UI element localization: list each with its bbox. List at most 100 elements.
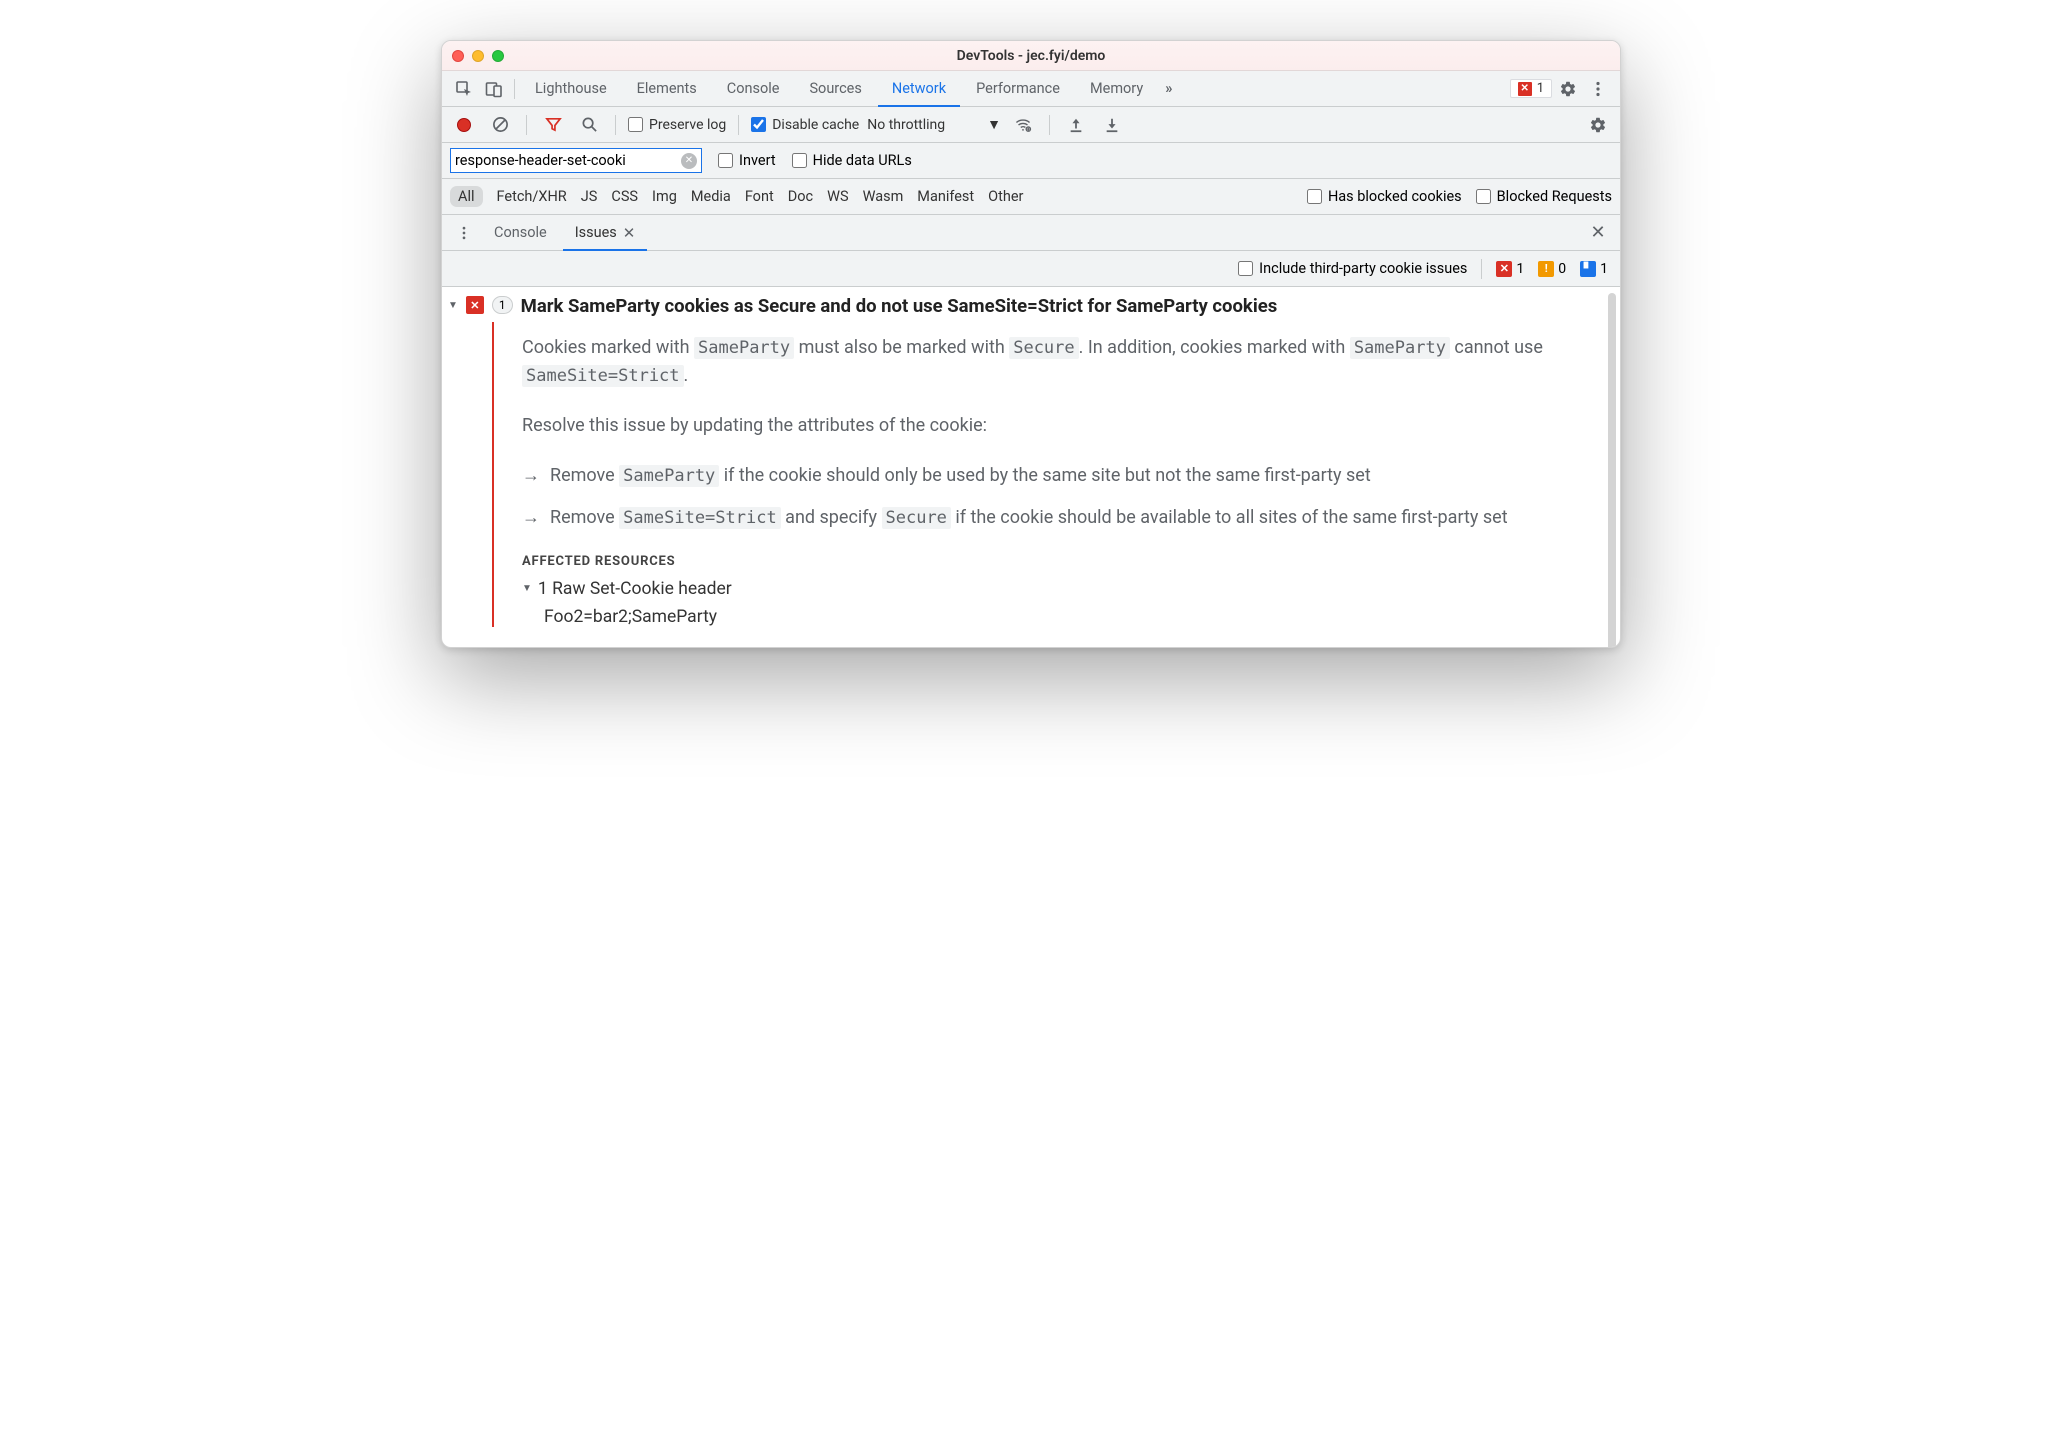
cat-media[interactable]: Media bbox=[691, 188, 731, 205]
drawer-subbar: Include third-party cookie issues ✕1 !0 … bbox=[442, 251, 1620, 287]
drawer-tab-issues[interactable]: Issues ✕ bbox=[563, 215, 648, 251]
cat-font[interactable]: Font bbox=[745, 188, 774, 205]
issue-error-icon: ✕ bbox=[466, 296, 484, 314]
tab-memory[interactable]: Memory bbox=[1076, 71, 1157, 107]
invert-input[interactable] bbox=[718, 153, 733, 168]
hide-data-urls-checkbox[interactable]: Hide data URLs bbox=[792, 152, 912, 169]
filter-input[interactable] bbox=[455, 152, 681, 169]
device-toolbar-icon[interactable] bbox=[480, 75, 508, 103]
separator bbox=[738, 115, 739, 135]
scrollbar[interactable] bbox=[1608, 293, 1616, 648]
drawer-close-icon[interactable]: ✕ bbox=[1584, 219, 1612, 247]
devtools-window: DevTools - jec.fyi/demo Lighthouse Eleme… bbox=[441, 40, 1621, 648]
network-settings-icon[interactable] bbox=[1584, 111, 1612, 139]
close-icon[interactable]: ✕ bbox=[623, 224, 636, 242]
filter-row: ✕ Invert Hide data URLs bbox=[442, 143, 1620, 179]
include-third-party-label: Include third-party cookie issues bbox=[1259, 260, 1467, 277]
code-secure: Secure bbox=[1009, 337, 1078, 359]
hide-data-urls-label: Hide data URLs bbox=[813, 152, 912, 169]
code-samesite: SameSite=Strict bbox=[522, 365, 684, 387]
warnings-count: 0 bbox=[1558, 261, 1566, 277]
network-conditions-icon[interactable] bbox=[1009, 111, 1037, 139]
tab-console[interactable]: Console bbox=[713, 71, 794, 107]
filter-icon[interactable] bbox=[539, 111, 567, 139]
arrow-icon: → bbox=[522, 462, 540, 490]
blocked-requests-checkbox[interactable]: Blocked Requests bbox=[1476, 188, 1612, 205]
drawer-tab-console[interactable]: Console bbox=[482, 215, 559, 251]
more-menu-icon[interactable] bbox=[1584, 75, 1612, 103]
error-icon: ✕ bbox=[1518, 82, 1532, 96]
settings-icon[interactable] bbox=[1554, 75, 1582, 103]
include-third-party-checkbox[interactable]: Include third-party cookie issues bbox=[1238, 260, 1467, 277]
tab-sources[interactable]: Sources bbox=[795, 71, 875, 107]
blocked-requests-input[interactable] bbox=[1476, 189, 1491, 204]
has-blocked-cookies-input[interactable] bbox=[1307, 189, 1322, 204]
cat-fetchxhr[interactable]: Fetch/XHR bbox=[497, 188, 567, 205]
tab-network[interactable]: Network bbox=[878, 71, 960, 107]
cat-img[interactable]: Img bbox=[652, 188, 677, 205]
cat-manifest[interactable]: Manifest bbox=[917, 188, 974, 205]
clear-button[interactable] bbox=[486, 111, 514, 139]
issue-content: Cookies marked with SameParty must also … bbox=[492, 322, 1610, 626]
cat-css[interactable]: CSS bbox=[611, 188, 638, 205]
code-sameparty: SameParty bbox=[694, 337, 794, 359]
issue-bullets: → Remove SameParty if the cookie should … bbox=[522, 462, 1600, 532]
search-icon[interactable] bbox=[575, 111, 603, 139]
download-har-icon[interactable] bbox=[1098, 111, 1126, 139]
tab-elements[interactable]: Elements bbox=[623, 71, 711, 107]
preserve-log-checkbox[interactable]: Preserve log bbox=[628, 117, 726, 133]
cat-wasm[interactable]: Wasm bbox=[863, 188, 904, 205]
has-blocked-cookies-checkbox[interactable]: Has blocked cookies bbox=[1307, 188, 1462, 205]
tab-lighthouse[interactable]: Lighthouse bbox=[521, 71, 621, 107]
tab-performance[interactable]: Performance bbox=[962, 71, 1074, 107]
error-count-badge[interactable]: ✕ 1 bbox=[1510, 79, 1552, 98]
record-icon bbox=[457, 118, 471, 132]
cat-ws[interactable]: WS bbox=[827, 188, 848, 205]
info-pill[interactable]: ▘1 bbox=[1580, 261, 1608, 277]
throttling-dropdown[interactable]: No throttling ▼ bbox=[867, 116, 1001, 133]
separator bbox=[514, 79, 515, 99]
issue-header-row[interactable]: ▼ ✕ 1 Mark SameParty cookies as Secure a… bbox=[448, 295, 1610, 318]
blocked-requests-label: Blocked Requests bbox=[1497, 188, 1612, 205]
tabs-overflow-button[interactable]: » bbox=[1159, 71, 1178, 107]
window-title: DevTools - jec.fyi/demo bbox=[442, 48, 1620, 64]
throttling-value: No throttling bbox=[867, 117, 945, 133]
invert-label: Invert bbox=[739, 152, 776, 169]
warnings-pill[interactable]: !0 bbox=[1538, 261, 1566, 277]
affected-resources-heading: AFFECTED RESOURCES bbox=[522, 554, 1600, 569]
issue-paragraph-1: Cookies marked with SameParty must also … bbox=[522, 334, 1600, 390]
disable-cache-checkbox[interactable]: Disable cache bbox=[751, 117, 859, 133]
separator bbox=[615, 115, 616, 135]
cat-all[interactable]: All bbox=[450, 186, 483, 207]
cat-js[interactable]: JS bbox=[581, 188, 598, 205]
expand-triangle-icon[interactable]: ▼ bbox=[448, 300, 458, 311]
upload-har-icon[interactable] bbox=[1062, 111, 1090, 139]
title-bar: DevTools - jec.fyi/demo bbox=[442, 41, 1620, 71]
code-sameparty3: SameParty bbox=[619, 465, 719, 487]
code-sameparty2: SameParty bbox=[1350, 337, 1450, 359]
info-icon: ▘ bbox=[1580, 261, 1596, 277]
chevron-down-icon: ▼ bbox=[987, 116, 1001, 133]
filter-categories: All Fetch/XHR JS CSS Img Media Font Doc … bbox=[442, 179, 1620, 215]
cookie-value: Foo2=bar2;SameParty bbox=[544, 607, 1600, 627]
expand-triangle-icon[interactable]: ▼ bbox=[522, 583, 532, 594]
invert-checkbox[interactable]: Invert bbox=[718, 152, 776, 169]
cat-doc[interactable]: Doc bbox=[788, 188, 813, 205]
filter-input-wrap[interactable]: ✕ bbox=[450, 148, 702, 173]
disable-cache-input[interactable] bbox=[751, 117, 766, 132]
errors-pill[interactable]: ✕1 bbox=[1496, 261, 1524, 277]
cat-other[interactable]: Other bbox=[988, 188, 1023, 205]
hide-data-urls-input[interactable] bbox=[792, 153, 807, 168]
clear-filter-icon[interactable]: ✕ bbox=[681, 153, 697, 169]
record-button[interactable] bbox=[450, 111, 478, 139]
affected-resource-row[interactable]: ▼ 1 Raw Set-Cookie header bbox=[522, 579, 1600, 599]
separator bbox=[526, 115, 527, 135]
preserve-log-input[interactable] bbox=[628, 117, 643, 132]
preserve-log-label: Preserve log bbox=[649, 117, 726, 133]
include-third-party-input[interactable] bbox=[1238, 261, 1253, 276]
main-tab-strip: Lighthouse Elements Console Sources Netw… bbox=[442, 71, 1620, 107]
drawer-more-icon[interactable] bbox=[450, 219, 478, 247]
bullet-1: → Remove SameParty if the cookie should … bbox=[522, 462, 1600, 490]
inspect-element-icon[interactable] bbox=[450, 75, 478, 103]
issue-count-badge: 1 bbox=[492, 296, 513, 314]
